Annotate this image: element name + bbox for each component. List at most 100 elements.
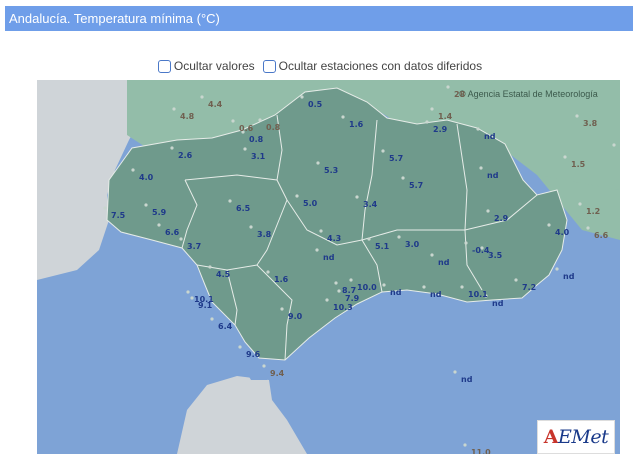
station-marker[interactable]: [575, 114, 579, 118]
temperature-map[interactable]: © Agencia Estatal de Meteorología 4.4 4.8…: [37, 80, 620, 454]
temperature-value[interactable]: 1.4: [438, 112, 453, 121]
temperature-value[interactable]: 6.4: [218, 322, 233, 331]
station-marker[interactable]: [612, 143, 616, 147]
station-marker[interactable]: [103, 206, 107, 210]
station-marker[interactable]: [208, 265, 212, 269]
temperature-value[interactable]: 4.4: [208, 100, 223, 109]
temperature-value[interactable]: 9.0: [288, 312, 303, 321]
temperature-value[interactable]: 10.3: [333, 303, 353, 312]
station-marker[interactable]: [280, 307, 284, 311]
temperature-value[interactable]: 5.3: [324, 166, 338, 175]
station-marker[interactable]: [430, 107, 434, 111]
station-marker[interactable]: [337, 289, 341, 293]
station-marker[interactable]: [463, 443, 467, 447]
station-marker[interactable]: [430, 253, 434, 257]
temperature-value[interactable]: 5.9: [152, 208, 167, 217]
temperature-value[interactable]: nd: [487, 171, 499, 180]
temperature-value[interactable]: 4.8: [180, 112, 195, 121]
station-marker[interactable]: [401, 176, 405, 180]
station-marker[interactable]: [319, 229, 323, 233]
temperature-value[interactable]: 2.6: [178, 151, 193, 160]
station-marker[interactable]: [460, 285, 464, 289]
temperature-value[interactable]: 1.6: [349, 120, 364, 129]
station-marker[interactable]: [200, 95, 204, 99]
temperature-value[interactable]: nd: [390, 288, 402, 297]
station-marker[interactable]: [179, 237, 183, 241]
temperature-value[interactable]: 5.1: [375, 242, 390, 251]
station-marker[interactable]: [186, 290, 190, 294]
station-marker[interactable]: [547, 223, 551, 227]
station-marker[interactable]: [586, 226, 590, 230]
station-marker[interactable]: [476, 127, 480, 131]
station-marker[interactable]: [355, 195, 359, 199]
station-marker[interactable]: [446, 85, 450, 89]
station-marker[interactable]: [341, 115, 345, 119]
temperature-value[interactable]: 1.5: [571, 160, 586, 169]
temperature-value[interactable]: 4.3: [327, 234, 341, 243]
hide-values-option[interactable]: Ocultar valores: [157, 59, 255, 73]
station-marker[interactable]: [486, 209, 490, 213]
station-marker[interactable]: [555, 267, 559, 271]
temperature-value[interactable]: 28: [454, 90, 466, 99]
temperature-value[interactable]: 9.6: [246, 350, 261, 359]
station-marker[interactable]: [131, 168, 135, 172]
temperature-value[interactable]: 5.0: [303, 199, 318, 208]
temperature-value[interactable]: 11.0: [471, 448, 491, 454]
station-marker[interactable]: [578, 202, 582, 206]
station-marker[interactable]: [170, 146, 174, 150]
temperature-value[interactable]: nd: [563, 272, 575, 281]
station-marker[interactable]: [349, 278, 353, 282]
temperature-value[interactable]: 0.6: [239, 124, 254, 133]
station-marker[interactable]: [422, 285, 426, 289]
temperature-value[interactable]: 1.2: [586, 207, 600, 216]
station-marker[interactable]: [249, 225, 253, 229]
temperature-value[interactable]: 3.7: [187, 242, 201, 251]
temperature-value[interactable]: 6.5: [236, 204, 251, 213]
temperature-value[interactable]: 3.5: [488, 251, 503, 260]
temperature-value[interactable]: 4.5: [216, 270, 231, 279]
temperature-value[interactable]: 4.0: [555, 228, 570, 237]
station-marker[interactable]: [425, 120, 429, 124]
temperature-value[interactable]: 6.6: [165, 228, 180, 237]
temperature-value[interactable]: nd: [430, 290, 442, 299]
temperature-value[interactable]: nd: [323, 253, 335, 262]
station-marker[interactable]: [514, 278, 518, 282]
temperature-value[interactable]: 5.7: [409, 181, 423, 190]
hide-values-checkbox[interactable]: [157, 59, 171, 73]
temperature-value[interactable]: nd: [492, 299, 504, 308]
temperature-value[interactable]: 9.4: [270, 369, 285, 378]
temperature-value[interactable]: 3.0: [405, 240, 420, 249]
temperature-value[interactable]: 7.2: [522, 283, 536, 292]
hide-deferred-stations-option[interactable]: Ocultar estaciones con datos diferidos: [262, 59, 482, 73]
station-marker[interactable]: [258, 118, 262, 122]
station-marker[interactable]: [382, 283, 386, 287]
station-marker[interactable]: [157, 223, 161, 227]
temperature-value[interactable]: nd: [484, 132, 496, 141]
station-marker[interactable]: [453, 370, 457, 374]
station-marker[interactable]: [228, 199, 232, 203]
station-marker[interactable]: [334, 281, 338, 285]
temperature-value[interactable]: 3.8: [583, 119, 598, 128]
station-marker[interactable]: [479, 166, 483, 170]
temperature-value[interactable]: 4.0: [139, 173, 154, 182]
station-marker[interactable]: [381, 149, 385, 153]
temperature-value[interactable]: 3.1: [251, 152, 266, 161]
station-marker[interactable]: [243, 147, 247, 151]
station-marker[interactable]: [464, 241, 468, 245]
station-marker[interactable]: [266, 270, 270, 274]
station-marker[interactable]: [397, 235, 401, 239]
station-marker[interactable]: [325, 298, 329, 302]
temperature-value[interactable]: 1.6: [274, 275, 289, 284]
station-marker[interactable]: [231, 119, 235, 123]
temperature-value[interactable]: nd: [461, 375, 473, 384]
station-marker[interactable]: [367, 237, 371, 241]
station-marker[interactable]: [563, 155, 567, 159]
station-marker[interactable]: [144, 203, 148, 207]
temperature-value[interactable]: 9.1: [198, 301, 213, 310]
temperature-value[interactable]: 0.5: [308, 100, 323, 109]
temperature-value[interactable]: 7.9: [345, 294, 360, 303]
temperature-value[interactable]: 10.1: [468, 290, 488, 299]
station-marker[interactable]: [300, 95, 304, 99]
temperature-value[interactable]: 3.8: [257, 230, 272, 239]
temperature-value[interactable]: 0.8: [249, 135, 264, 144]
